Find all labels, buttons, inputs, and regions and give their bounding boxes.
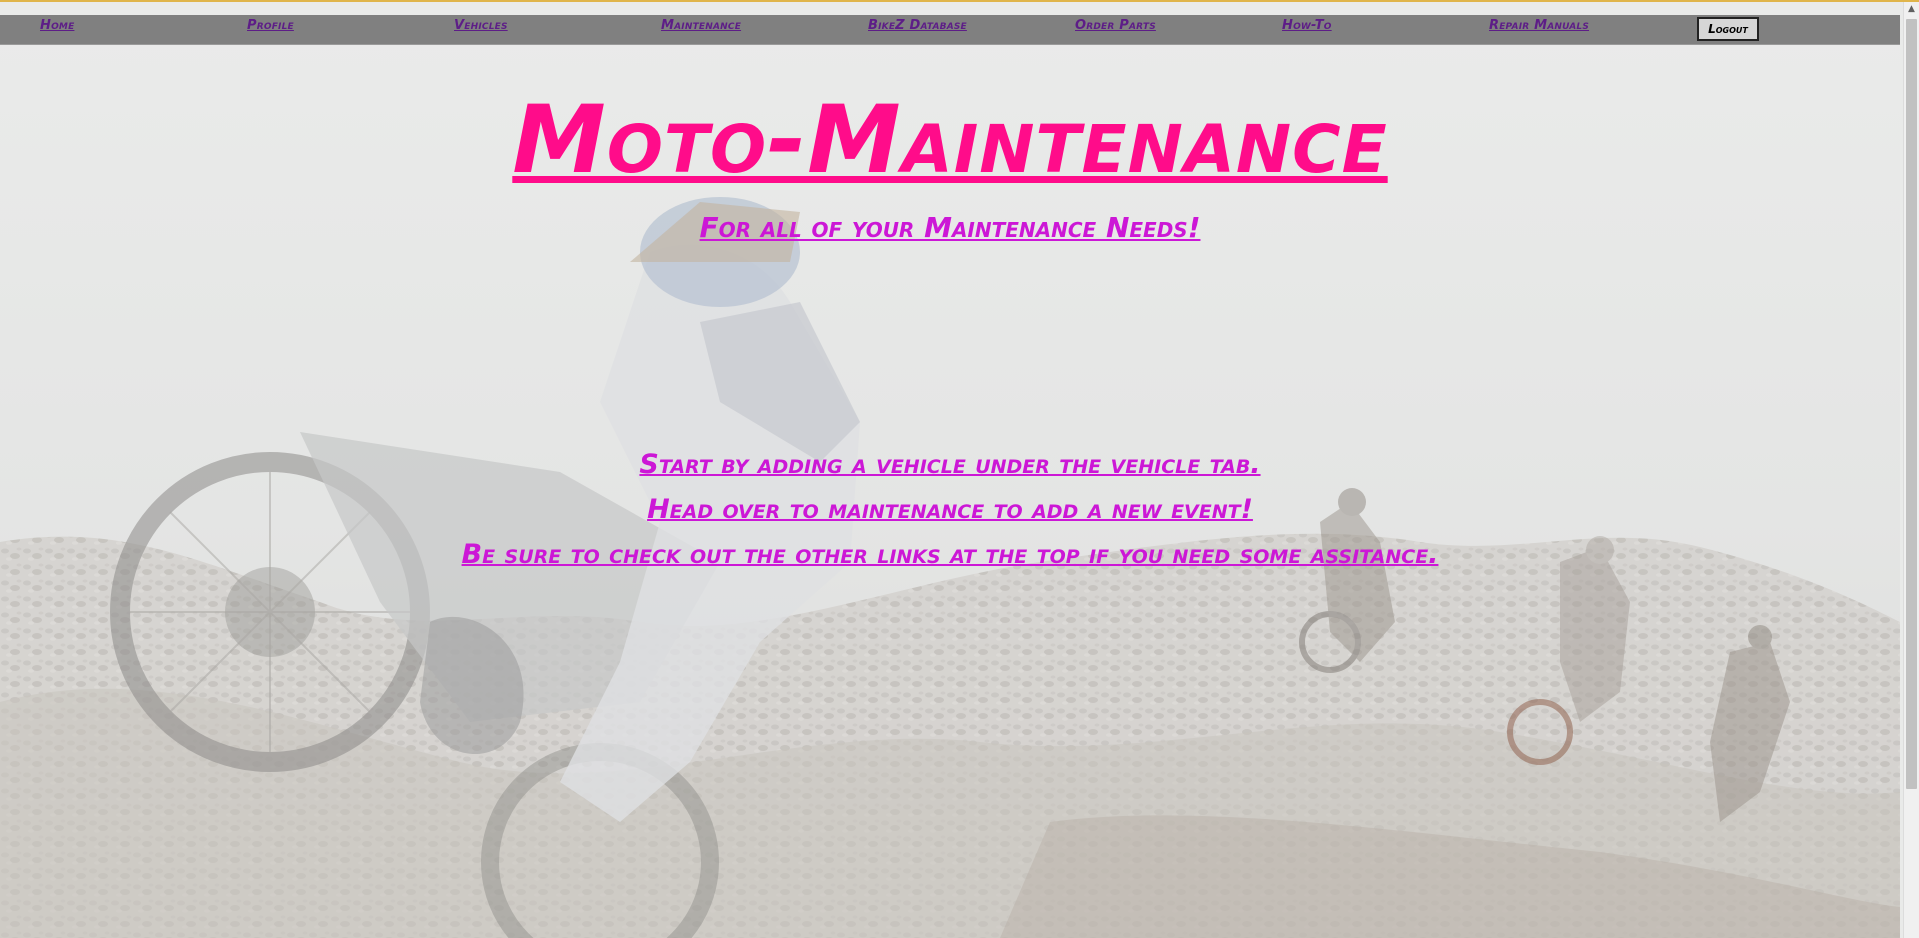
message-add-event: Head over to maintenance to add a new ev… [647,494,1253,525]
message-line: Be sure to check out the other links at … [0,539,1900,570]
subtitle-block: For all of your Maintenance Needs! [0,211,1900,244]
nav-link-bikez-database[interactable]: BikeZ Database [868,18,967,33]
page-title: Moto-Maintenance [512,86,1388,195]
top-navbar: Home Profile Vehicles Maintenance BikeZ … [0,15,1900,44]
nav-link-repair-manuals[interactable]: Repair Manuals [1489,18,1589,33]
page-title-block: Moto-Maintenance [0,86,1900,195]
page-content: Home Profile Vehicles Maintenance BikeZ … [0,2,1900,938]
nav-link-how-to[interactable]: How-To [1282,18,1332,33]
nav-link-profile[interactable]: Profile [247,18,294,33]
nav-link-vehicles[interactable]: Vehicles [454,18,508,33]
message-check-links: Be sure to check out the other links at … [461,539,1439,570]
nav-link-maintenance[interactable]: Maintenance [661,18,741,33]
scrollbar-thumb[interactable] [1906,19,1917,789]
nav-link-home[interactable]: Home [40,18,74,33]
message-line: Head over to maintenance to add a new ev… [0,494,1900,525]
vertical-scrollbar[interactable]: ▲ [1903,2,1919,938]
scroll-up-arrow-icon[interactable]: ▲ [1904,2,1919,17]
nav-link-order-parts[interactable]: Order Parts [1075,18,1156,33]
page-subtitle: For all of your Maintenance Needs! [699,211,1201,244]
message-add-vehicle: Start by adding a vehicle under the vehi… [639,449,1261,480]
logout-button[interactable]: Logout [1697,17,1759,41]
message-line: Start by adding a vehicle under the vehi… [0,449,1900,480]
